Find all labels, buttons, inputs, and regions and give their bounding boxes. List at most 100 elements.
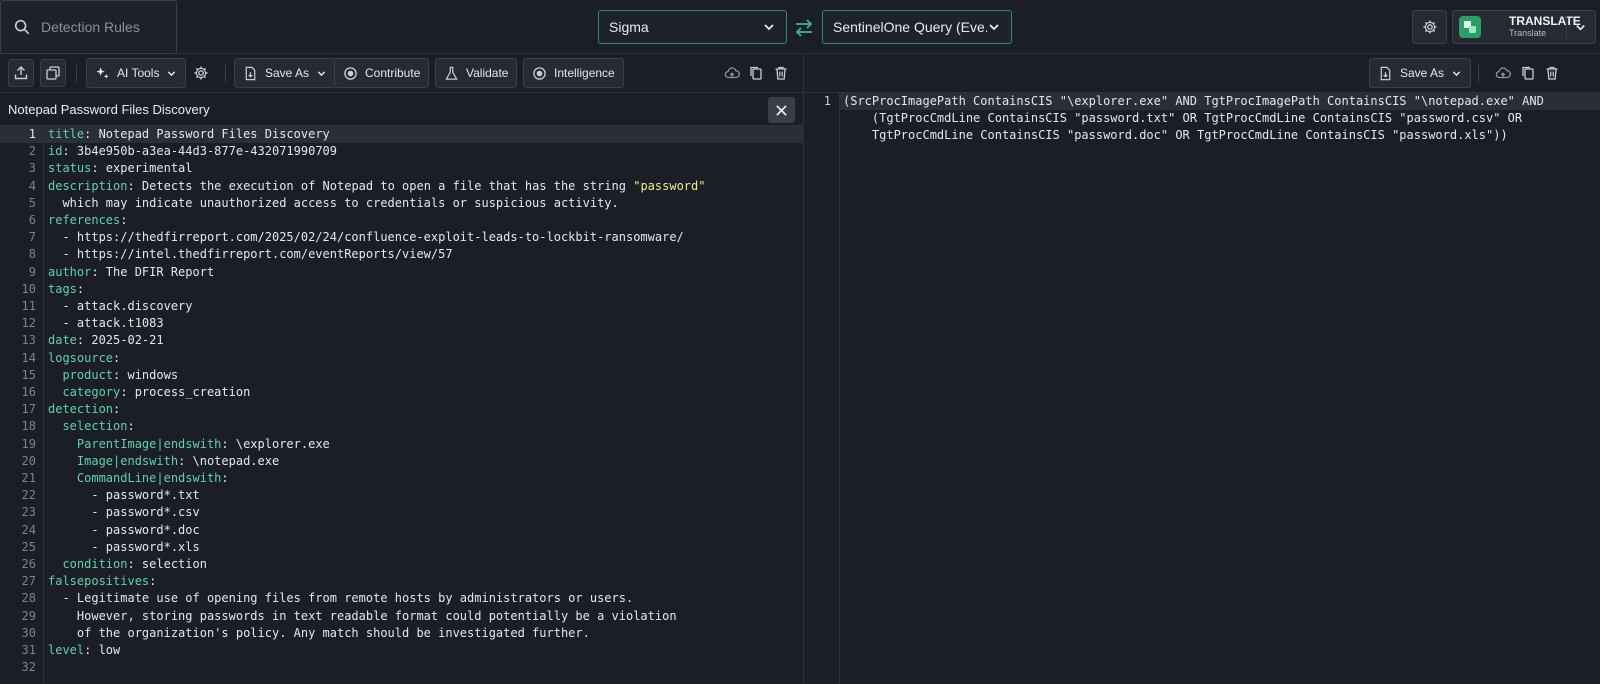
code-text: CommandLine|endswith: [48,470,229,487]
badge-icon [344,66,357,80]
code-line: 32 [0,659,803,676]
validate-button[interactable]: Validate [435,58,518,88]
output-save-as-label: Save As [1400,66,1445,80]
target-language-value: SentinelOne Query (Eve... [833,19,987,35]
line-number: 13 [21,333,36,348]
yaml-key: status [48,161,92,176]
code-text: selection: [48,418,135,435]
code-token: - https://intel.thedfirreport.com/eventR… [48,247,453,262]
yaml-key: detection [48,402,114,417]
code-text: - password*.csv [48,504,199,521]
line-number: 24 [21,522,36,537]
validate-label: Validate [466,66,509,80]
line-number: 8 [28,247,36,262]
code-text: description: Detects the execution of No… [48,178,705,195]
code-token: However, storing passwords in text reada… [48,608,677,623]
code-token: : The DFIR Report [91,264,215,279]
code-token: : [120,213,128,227]
contribute-button[interactable]: Contribute [334,58,430,88]
output-code-text: (TgtProcCmdLine ContainsCIS "password.tx… [843,111,1523,125]
code-line: 24 - password*.doc [0,522,803,539]
code-token: - attack.discovery [48,299,193,313]
code-line: 12 - attack.t1083 [0,315,803,332]
translate-button[interactable]: TRANSLATE Translate [1452,10,1596,44]
source-language-select[interactable]: Sigma [598,10,787,44]
save-as-button[interactable]: Save As [234,58,337,88]
code-line: 3 status: experimental [0,160,803,177]
code-text: Image|endswith: \notepad.exe [48,453,279,470]
code-token: - password*.doc [48,522,200,537]
code-token: of the organization's policy. Any match … [48,625,590,640]
code-token: - attack.t1083 [48,316,164,331]
delete-button[interactable] [766,58,796,88]
translate-title: TRANSLATE [1509,14,1581,28]
code-line: 15 product: windows [0,367,803,384]
copy-icon [1522,66,1534,80]
yaml-key: references [48,213,121,227]
code-token: : \notepad.exe [178,453,280,468]
output-delete-button[interactable] [1537,58,1567,88]
code-token: : low [84,643,121,657]
chevron-down-icon[interactable] [1574,21,1587,34]
code-text: - password*.xls [48,539,199,556]
examples-button[interactable] [40,59,66,87]
line-number: 3 [28,161,36,176]
copy-icon [750,66,762,80]
ai-tools-button[interactable]: AI Tools [86,58,187,88]
line-number: 18 [21,419,36,434]
code-text: of the organization's policy. Any match … [48,625,590,642]
source-editor-pane: AI Tools Save As Contribute Validate Int… [0,55,804,684]
yaml-key: category [62,385,121,399]
cloud-upload-icon [724,67,740,79]
code-token: : process_creation [120,385,251,399]
output-code-line: (TgtProcCmdLine ContainsCIS "password.tx… [840,110,1600,127]
line-number: 1 [823,94,831,108]
upload-button[interactable] [8,59,34,87]
code-text: status: experimental [48,160,193,177]
line-number: 11 [21,299,36,313]
yaml-key: author [48,264,92,279]
cloud-upload-icon [1495,67,1511,79]
settings-button[interactable] [1412,10,1447,44]
code-line: 16 category: process_creation [0,384,803,401]
yaml-key: selection [62,419,128,434]
intelligence-label: Intelligence [554,66,615,80]
output-editor-pane: Save As 1 (SrcProcImagePath ContainsCIS … [805,55,1600,684]
search-icon [14,19,30,35]
top-bar: Detection Rules Sigma SentinelOne Query … [0,0,1600,54]
divider [1566,15,1567,39]
file-download-icon [1380,66,1391,80]
code-text: - password*.txt [48,487,199,504]
line-number: 20 [21,453,36,468]
close-icon [776,104,787,116]
code-token: : [76,281,85,296]
code-line: 13 date: 2025-02-21 [0,332,803,349]
target-language-select[interactable]: SentinelOne Query (Eve... [822,10,1012,44]
source-language-value: Sigma [609,19,649,35]
ai-settings-button[interactable] [186,58,216,88]
divider [1478,65,1479,83]
code-text: date: 2025-02-21 [48,332,164,349]
rule-title-bar: Notepad Password Files Discovery [0,93,803,126]
source-code-editor[interactable]: 1 title: Notepad Password Files Discovery… [0,126,803,684]
line-number: 28 [21,591,36,606]
code-line: 4 description: Detects the execution of N… [0,178,803,195]
code-token: : [127,419,135,434]
code-text: falsepositives: [48,573,156,590]
yaml-key: falsepositives [48,574,150,589]
code-line: 29 However, storing passwords in text re… [0,608,803,625]
search-input[interactable]: Detection Rules [0,0,177,54]
output-code-text: (SrcProcImagePath ContainsCIS "\explorer… [843,94,1544,108]
code-text: However, storing passwords in text reada… [48,608,677,625]
close-rule-button[interactable] [768,97,795,123]
code-line: 9 author: The DFIR Report [0,264,803,281]
output-save-as-button[interactable]: Save As [1369,58,1472,88]
swap-languages-icon[interactable] [793,17,815,39]
code-token: : windows [113,367,179,382]
code-text: - attack.t1083 [48,315,164,332]
output-code-editor[interactable]: 1 (SrcProcImagePath ContainsCIS "\explor… [805,93,1600,684]
intelligence-button[interactable]: Intelligence [523,58,624,88]
